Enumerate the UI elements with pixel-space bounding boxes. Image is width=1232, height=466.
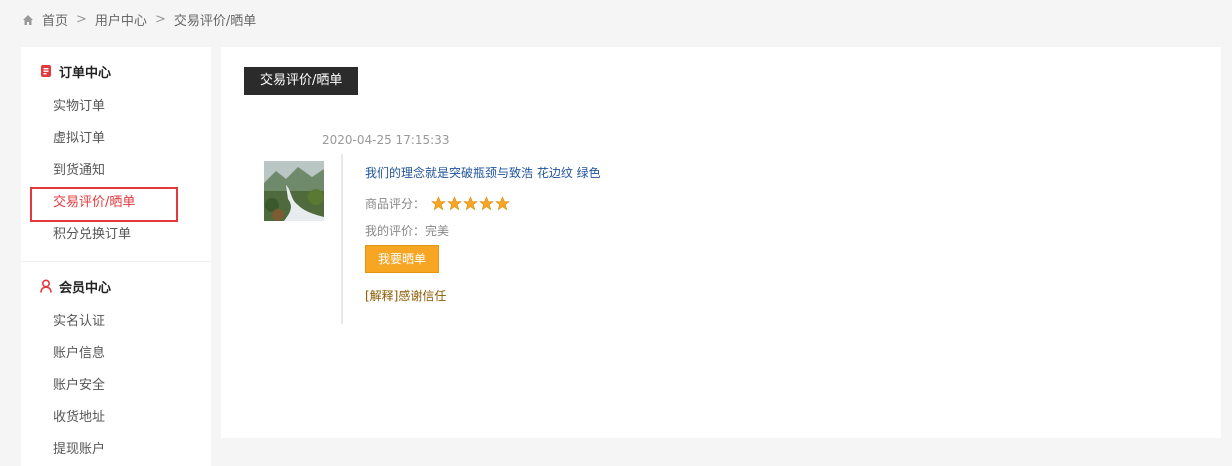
breadcrumb-home[interactable]: 首页 — [42, 10, 68, 29]
sidebar-item-reviews[interactable]: 交易评价/晒单 — [21, 187, 211, 222]
order-center-section: 订单中心 实物订单 虚拟订单 到货通知 交易评价/晒单 积分兑换订单 — [21, 47, 211, 262]
rating-stars — [431, 196, 510, 211]
tab-reviews[interactable]: 交易评价/晒单 — [244, 67, 359, 95]
sidebar-item-points-orders[interactable]: 积分兑换订单 — [21, 219, 211, 251]
breadcrumb: 首页 > 用户中心 > 交易评价/晒单 — [22, 10, 256, 29]
share-order-button[interactable]: 我要晒单 — [365, 245, 440, 273]
star-icon — [479, 196, 494, 211]
review-date: 2020-04-25 17:15:33 — [322, 133, 450, 147]
breadcrumb-user-center[interactable]: 用户中心 — [95, 10, 147, 29]
my-review-text: 我的评价：完美 — [365, 224, 450, 238]
home-icon[interactable] — [22, 14, 34, 26]
sidebar-item-account-security[interactable]: 账户安全 — [21, 370, 211, 402]
sidebar-item-real-name[interactable]: 实名认证 — [21, 306, 211, 338]
review-detail: 我们的理念就是突破瓶颈与致浩 花边纹 绿色 商品评分： 我的评价：完美 我要晒单… — [341, 154, 941, 324]
star-icon — [431, 196, 446, 211]
section-header-member-center: 会员中心 — [21, 276, 211, 296]
sidebar: 订单中心 实物订单 虚拟订单 到货通知 交易评价/晒单 积分兑换订单 会员中心 … — [21, 47, 211, 466]
breadcrumb-separator: > — [76, 12, 87, 27]
product-link[interactable]: 我们的理念就是突破瓶颈与致浩 花边纹 绿色 — [365, 164, 941, 181]
section-header-order-center: 订单中心 — [21, 61, 211, 81]
seller-explanation: [解释]感谢信任 — [365, 289, 447, 303]
sidebar-item-arrival-notice[interactable]: 到货通知 — [21, 155, 211, 187]
section-title: 会员中心 — [59, 280, 112, 296]
sidebar-item-withdraw-account[interactable]: 提现账户 — [21, 434, 211, 466]
section-title: 订单中心 — [59, 65, 112, 81]
rating-row: 商品评分： — [365, 195, 941, 212]
main-panel: 交易评价/晒单 2020-04-25 17:15:33 我们的理念就是突破瓶颈与… — [221, 47, 1221, 438]
member-center-section: 会员中心 实名认证 账户信息 账户安全 收货地址 提现账户 — [21, 262, 211, 466]
user-icon — [39, 279, 53, 293]
breadcrumb-current: 交易评价/晒单 — [173, 14, 257, 29]
star-icon — [447, 196, 462, 211]
star-icon — [463, 196, 478, 211]
sidebar-item-account-info[interactable]: 账户信息 — [21, 338, 211, 370]
star-icon — [495, 196, 510, 211]
breadcrumb-separator: > — [154, 12, 166, 27]
sidebar-item-virtual-orders[interactable]: 虚拟订单 — [21, 123, 211, 155]
sidebar-item-physical-orders[interactable]: 实物订单 — [21, 91, 211, 123]
product-thumbnail[interactable] — [264, 161, 324, 221]
order-doc-icon — [39, 64, 53, 78]
rating-label: 商品评分： — [365, 197, 426, 211]
sidebar-item-address[interactable]: 收货地址 — [21, 402, 211, 434]
